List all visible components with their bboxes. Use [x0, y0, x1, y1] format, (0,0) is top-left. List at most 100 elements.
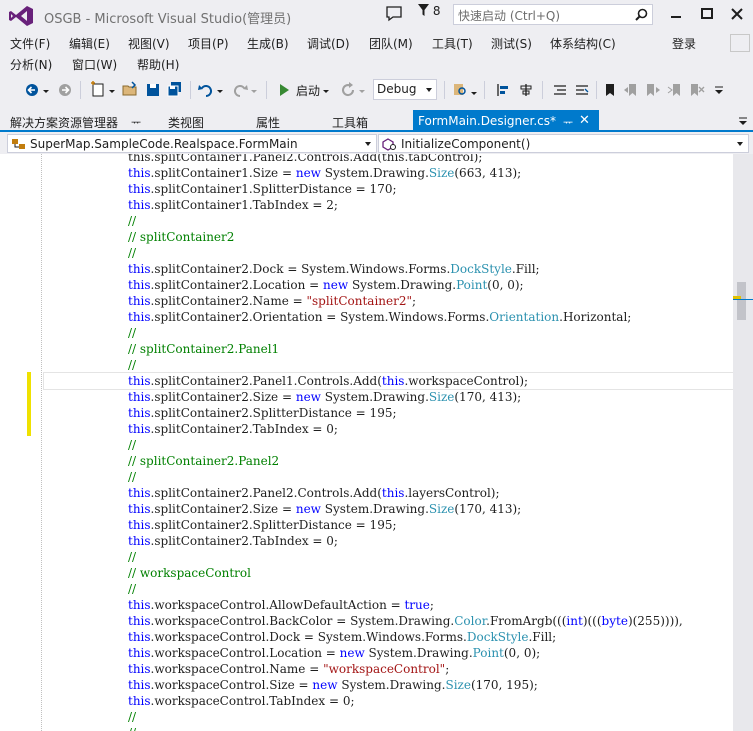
- new-dropdown-icon[interactable]: [108, 79, 116, 101]
- code-line[interactable]: this.splitContainer2.Size = new System.D…: [44, 389, 733, 405]
- toolbar-overflow-icon[interactable]: [712, 79, 726, 101]
- menu-view[interactable]: 视图(V): [128, 35, 170, 52]
- code-editor[interactable]: this.splitContainer1.Panel2.Controls.Add…: [0, 154, 753, 731]
- refresh-icon[interactable]: [338, 79, 358, 101]
- menu-help[interactable]: 帮助(H): [137, 56, 179, 73]
- feedback-icon[interactable]: [385, 5, 403, 23]
- find-in-files-icon[interactable]: [450, 79, 470, 101]
- code-line[interactable]: this.workspaceControl.Dock = System.Wind…: [44, 629, 733, 645]
- code-line[interactable]: this.workspaceControl.TabIndex = 0;: [44, 693, 733, 709]
- minimize-button[interactable]: [666, 5, 686, 23]
- menu-team[interactable]: 团队(M): [369, 35, 413, 52]
- comment-out-icon[interactable]: [550, 79, 570, 101]
- tab-toolbox[interactable]: 工具箱: [332, 114, 368, 131]
- class-dropdown[interactable]: SuperMap.SampleCode.Realspace.FormMain: [7, 134, 377, 153]
- code-line[interactable]: this.splitContainer2.Panel1.Controls.Add…: [43, 372, 734, 390]
- menu-build[interactable]: 生成(B): [247, 35, 289, 52]
- code-line[interactable]: // splitContainer2.Panel1: [44, 341, 733, 357]
- undo-dropdown-icon[interactable]: [216, 79, 224, 101]
- navigate-forward-icon[interactable]: [55, 79, 75, 101]
- pin-tab-icon[interactable]: ᅲ: [563, 114, 573, 130]
- code-line[interactable]: //: [44, 469, 733, 485]
- start-debugging-icon[interactable]: [276, 79, 292, 101]
- code-line[interactable]: this.splitContainer2.Panel2.Controls.Add…: [44, 485, 733, 501]
- code-line[interactable]: //: [44, 725, 733, 731]
- next-bookmark-icon[interactable]: [644, 79, 662, 101]
- code-line[interactable]: //: [44, 245, 733, 261]
- bookmark-icon[interactable]: [602, 79, 618, 101]
- pin-icon[interactable]: ᅲ: [131, 114, 141, 130]
- code-line[interactable]: this.workspaceControl.Name = "workspaceC…: [44, 661, 733, 677]
- find-dropdown-icon[interactable]: [470, 79, 478, 101]
- menu-file[interactable]: 文件(F): [10, 35, 50, 52]
- redo-icon[interactable]: [230, 79, 250, 101]
- code-line[interactable]: this.splitContainer2.Name = "splitContai…: [44, 293, 733, 309]
- close-tab-icon[interactable]: ✕: [579, 113, 590, 128]
- code-line[interactable]: // splitContainer2.Panel2: [44, 453, 733, 469]
- redo-dropdown-icon[interactable]: [250, 79, 258, 101]
- code-line[interactable]: this.splitContainer2.Dock = System.Windo…: [44, 261, 733, 277]
- code-line[interactable]: //: [44, 709, 733, 725]
- maximize-button[interactable]: [697, 5, 717, 23]
- code-line[interactable]: this.splitContainer1.SplitterDistance = …: [44, 181, 733, 197]
- navigate-back-icon[interactable]: [22, 79, 42, 101]
- tab-solution-explorer[interactable]: 解决方案资源管理器: [10, 114, 118, 131]
- menu-project[interactable]: 项目(P): [188, 35, 229, 52]
- previous-bookmark-icon[interactable]: [622, 79, 640, 101]
- code-line[interactable]: this.splitContainer2.Orientation = Syste…: [44, 309, 733, 325]
- undo-icon[interactable]: [196, 79, 216, 101]
- vertical-scrollbar[interactable]: [733, 154, 753, 731]
- code-line[interactable]: //: [44, 437, 733, 453]
- start-button-label[interactable]: 启动: [296, 82, 320, 99]
- menu-tools[interactable]: 工具(T): [432, 35, 473, 52]
- close-button[interactable]: [727, 5, 747, 23]
- code-line[interactable]: this.splitContainer2.SplitterDistance = …: [44, 517, 733, 533]
- uncomment-icon[interactable]: [572, 79, 592, 101]
- code-line[interactable]: this.splitContainer1.Panel2.Controls.Add…: [44, 154, 733, 165]
- back-dropdown-icon[interactable]: [42, 79, 50, 101]
- align-center-icon[interactable]: [516, 79, 536, 101]
- login-link[interactable]: 登录: [672, 35, 696, 52]
- code-line[interactable]: //: [44, 213, 733, 229]
- code-line[interactable]: this.splitContainer2.TabIndex = 0;: [44, 421, 733, 437]
- clear-bookmarks-icon[interactable]: [688, 79, 706, 101]
- scrollbar-thumb[interactable]: [737, 282, 746, 320]
- code-line[interactable]: this.splitContainer2.Location = new Syst…: [44, 277, 733, 293]
- code-line[interactable]: //: [44, 325, 733, 341]
- code-line[interactable]: //: [44, 549, 733, 565]
- menu-edit[interactable]: 编辑(E): [69, 35, 110, 52]
- save-icon[interactable]: [143, 79, 163, 101]
- menu-debug[interactable]: 调试(D): [307, 35, 350, 52]
- previous-bookmark-folder-icon[interactable]: [666, 79, 684, 101]
- code-line[interactable]: // splitContainer2: [44, 229, 733, 245]
- tab-list-dropdown-icon[interactable]: [737, 116, 749, 128]
- code-line[interactable]: this.splitContainer1.Size = new System.D…: [44, 165, 733, 181]
- refresh-dropdown-icon[interactable]: [358, 79, 366, 101]
- code-line[interactable]: this.splitContainer2.SplitterDistance = …: [44, 405, 733, 421]
- code-line[interactable]: this.splitContainer2.Size = new System.D…: [44, 501, 733, 517]
- code-line[interactable]: this.workspaceControl.AllowDefaultAction…: [44, 597, 733, 613]
- code-line[interactable]: //: [44, 357, 733, 373]
- start-dropdown-icon[interactable]: [322, 79, 330, 101]
- code-line[interactable]: // workspaceControl: [44, 565, 733, 581]
- code-line[interactable]: this.workspaceControl.Location = new Sys…: [44, 645, 733, 661]
- align-left-icon[interactable]: [494, 79, 514, 101]
- code-line[interactable]: //: [44, 581, 733, 597]
- code-line[interactable]: this.splitContainer1.TabIndex = 2;: [44, 197, 733, 213]
- member-dropdown[interactable]: InitializeComponent(): [378, 134, 749, 153]
- menu-test[interactable]: 测试(S): [491, 35, 532, 52]
- code-line[interactable]: this.workspaceControl.BackColor = System…: [44, 613, 733, 629]
- open-folder-icon[interactable]: [120, 79, 140, 101]
- quick-launch-input[interactable]: 快速启动 (Ctrl+Q): [453, 4, 653, 25]
- menu-architecture[interactable]: 体系结构(C): [550, 35, 616, 52]
- document-tab-formmain-designer[interactable]: FormMain.Designer.cs* ᅲ ✕: [413, 110, 599, 132]
- menu-analyze[interactable]: 分析(N): [10, 56, 52, 73]
- account-icon[interactable]: [730, 34, 750, 52]
- tab-properties[interactable]: 属性: [256, 114, 280, 131]
- save-all-icon[interactable]: [165, 79, 185, 101]
- solution-configuration-select[interactable]: Debug: [373, 79, 437, 100]
- code-line[interactable]: this.splitContainer2.TabIndex = 0;: [44, 533, 733, 549]
- notifications-button[interactable]: 8: [418, 4, 440, 18]
- new-project-icon[interactable]: [88, 79, 108, 101]
- tab-class-view[interactable]: 类视图: [168, 114, 204, 131]
